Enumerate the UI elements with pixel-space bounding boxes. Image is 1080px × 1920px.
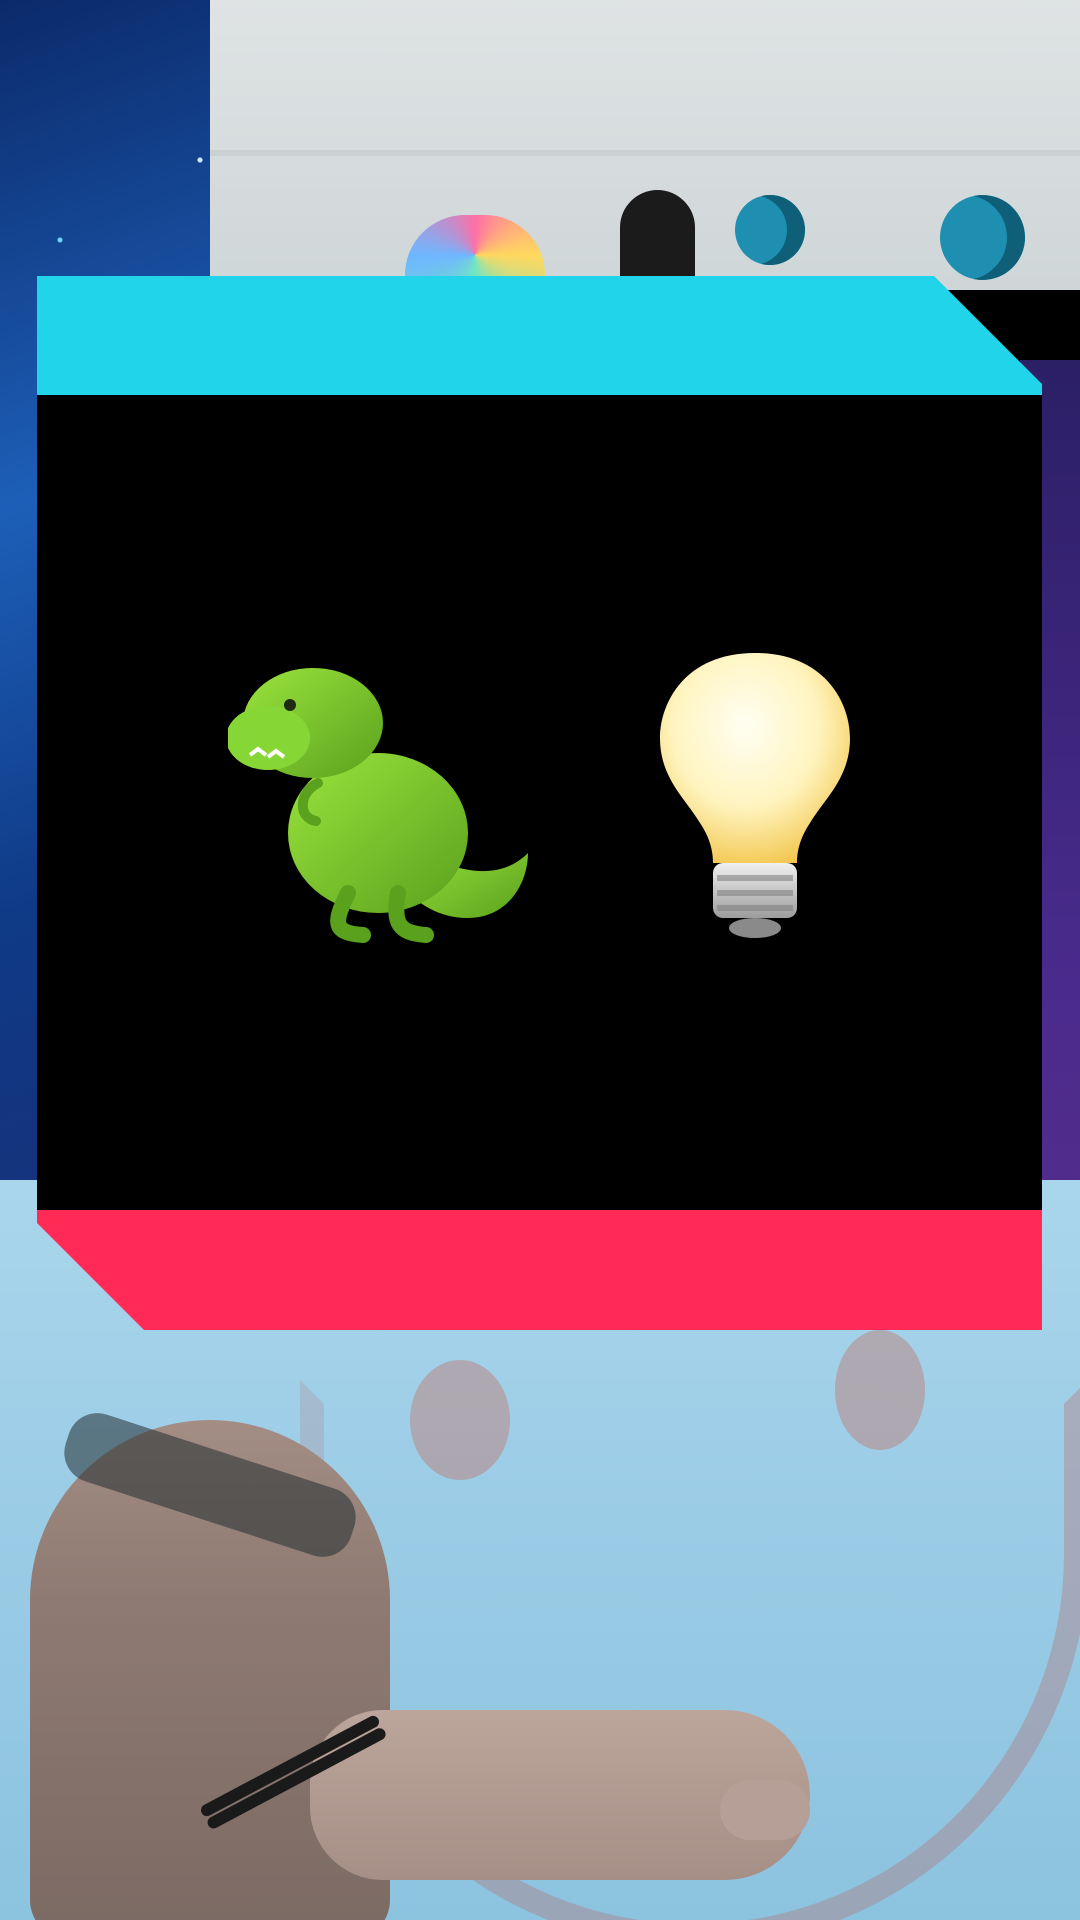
card-top-bar	[37, 276, 1042, 395]
finger	[720, 1780, 810, 1840]
card-bottom-bar	[37, 1210, 1042, 1330]
emoji-overlay-card	[37, 276, 1042, 1330]
video-frame	[0, 0, 1080, 1920]
crescent-moon-decor	[940, 195, 1025, 280]
ceiling-edge	[210, 150, 1080, 156]
t-rex-icon	[228, 643, 538, 953]
card-black-panel	[37, 395, 1042, 1210]
crescent-moon-decor	[735, 195, 805, 265]
emoji-row	[37, 395, 1042, 1210]
light-bulb-icon	[605, 643, 905, 953]
